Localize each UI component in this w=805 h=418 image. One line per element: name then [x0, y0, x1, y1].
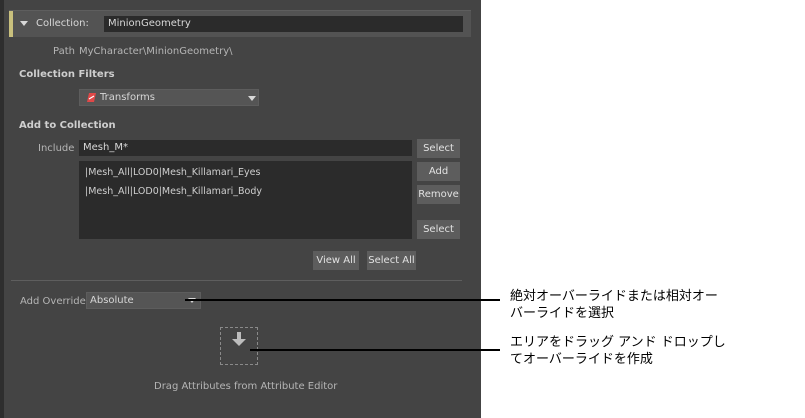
- override-callout-text: 絶対オーバーライドまたは相対オー バーライドを選択: [510, 288, 718, 322]
- select-all-button[interactable]: Select All: [367, 251, 416, 270]
- add-to-collection-heading: Add to Collection: [19, 120, 116, 131]
- collection-filter-dropdown[interactable]: Transforms: [79, 89, 259, 106]
- override-callout-line: [185, 299, 500, 301]
- select-include-button[interactable]: Select: [417, 139, 460, 158]
- collection-label: Collection:: [36, 18, 89, 29]
- view-all-button[interactable]: View All: [313, 251, 359, 270]
- collection-name-field[interactable]: MinionGeometry: [104, 16, 463, 32]
- remove-button[interactable]: Remove: [417, 185, 460, 204]
- include-label: Include: [38, 143, 75, 154]
- path-label: Path: [53, 46, 75, 57]
- panel-edge: [0, 0, 4, 418]
- collection-filters-heading: Collection Filters: [19, 69, 115, 80]
- add-override-label: Add Override: [20, 296, 86, 307]
- drop-zone-callout-text: エリアをドラッグ アンド ドロップし てオーバーライドを作成: [510, 334, 726, 368]
- drop-callout-line-2: てオーバーライドを作成: [510, 352, 653, 367]
- section-divider: [11, 280, 462, 281]
- collapse-arrow-icon[interactable]: [20, 21, 28, 26]
- override-selected-value: Absolute: [90, 295, 134, 306]
- include-expression-input[interactable]: Mesh_M*: [79, 140, 412, 156]
- override-type-dropdown[interactable]: Absolute: [86, 292, 201, 309]
- override-callout-line-2: バーライドを選択: [510, 306, 615, 321]
- drop-callout-line-1: エリアをドラッグ アンド ドロップし: [510, 335, 726, 350]
- collection-header[interactable]: Collection: MinionGeometry: [9, 10, 471, 37]
- attribute-drop-zone[interactable]: [220, 327, 258, 365]
- collection-panel: Collection: MinionGeometry Path MyCharac…: [0, 0, 481, 418]
- transform-filter-icon: [87, 93, 96, 102]
- collection-members-list[interactable]: |Mesh_All|LOD0|Mesh_Killamari_Eyes |Mesh…: [79, 161, 412, 239]
- path-value: MyCharacter\MinionGeometry\: [79, 46, 233, 57]
- list-item[interactable]: |Mesh_All|LOD0|Mesh_Killamari_Eyes: [85, 167, 260, 178]
- select-members-button[interactable]: Select: [417, 220, 460, 239]
- filter-selected-value: Transforms: [100, 92, 155, 103]
- add-button[interactable]: Add: [417, 162, 460, 181]
- list-item[interactable]: |Mesh_All|LOD0|Mesh_Killamari_Body: [85, 186, 262, 197]
- drop-zone-callout-line: [250, 349, 500, 351]
- drop-arrow-icon: [232, 332, 246, 346]
- override-callout-line-1: 絶対オーバーライドまたは相対オー: [510, 289, 718, 304]
- collection-accent-bar: [9, 11, 13, 37]
- drop-zone-caption: Drag Attributes from Attribute Editor: [154, 381, 338, 392]
- filter-dropdown-arrow-icon: [248, 96, 256, 101]
